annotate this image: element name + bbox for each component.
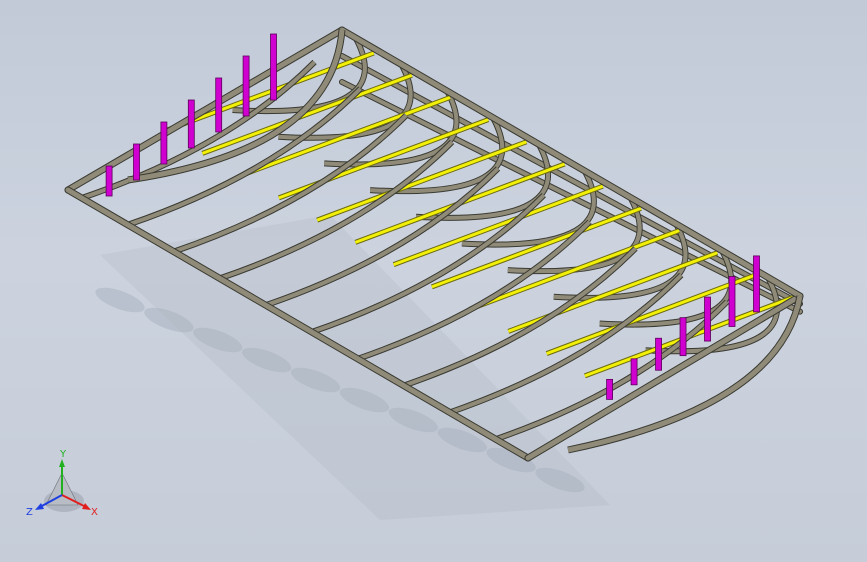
- slat[interactable]: [316, 140, 527, 222]
- post-right[interactable]: [753, 255, 760, 313]
- post-left[interactable]: [215, 77, 223, 133]
- frame-rail-bottom-right[interactable]: [525, 293, 803, 461]
- cad-viewport[interactable]: Y X Z: [0, 0, 867, 562]
- axis-triad: Y X Z: [26, 449, 98, 518]
- x-axis-label: X: [91, 507, 98, 518]
- x-axis-arrow-icon: [82, 503, 91, 510]
- post-right[interactable]: [679, 317, 687, 357]
- post-left[interactable]: [160, 121, 168, 165]
- post-left[interactable]: [105, 165, 113, 197]
- post-left[interactable]: [242, 55, 250, 117]
- y-axis-arrow-icon: [59, 459, 65, 467]
- z-axis-label: Z: [26, 507, 33, 518]
- post-right[interactable]: [630, 358, 638, 386]
- post-right[interactable]: [606, 378, 613, 400]
- post-left[interactable]: [270, 33, 277, 101]
- z-axis-arrow-icon: [35, 503, 44, 510]
- post-right[interactable]: [655, 337, 662, 371]
- ground-shadow: [95, 215, 610, 520]
- post-right[interactable]: [704, 296, 711, 342]
- post-left[interactable]: [187, 99, 195, 149]
- post-right[interactable]: [728, 276, 736, 327]
- post-left[interactable]: [133, 143, 140, 181]
- model-scene[interactable]: Y X Z: [0, 0, 867, 562]
- shadow-area: [100, 215, 610, 520]
- y-axis-label: Y: [59, 449, 67, 460]
